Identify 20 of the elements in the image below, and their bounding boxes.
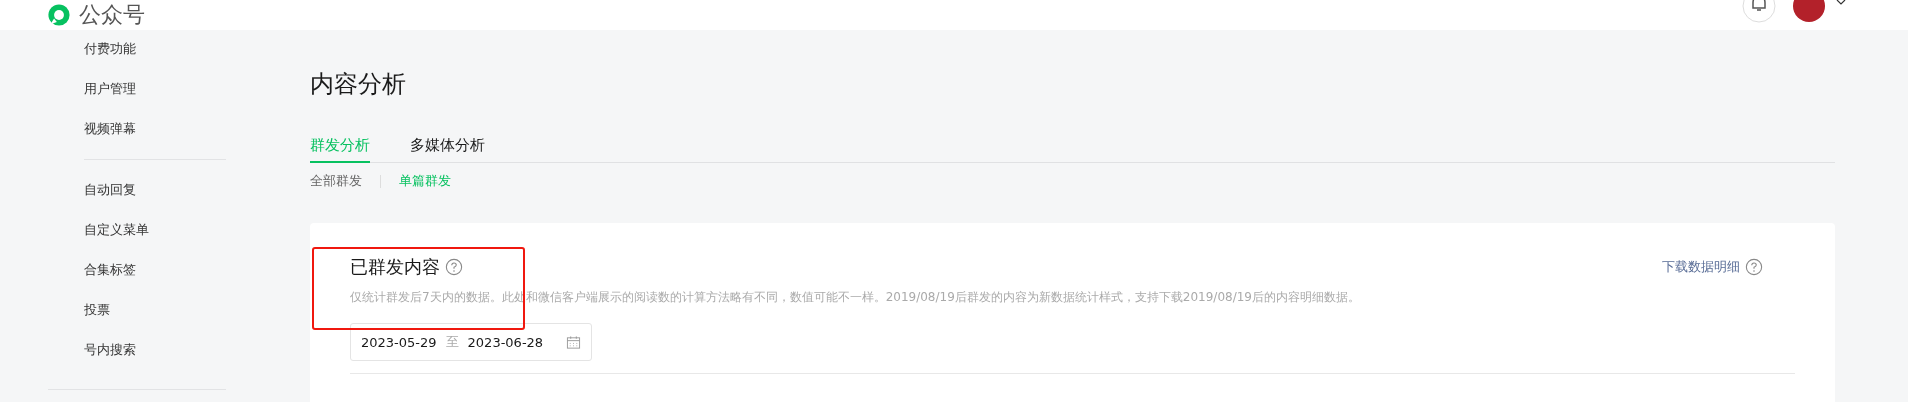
sidebar-item[interactable]: 号内搜索 [84, 337, 226, 377]
page-title: 内容分析 [310, 69, 407, 100]
sidebar-item[interactable]: 合集标签 [84, 257, 226, 297]
help-icon[interactable] [445, 258, 463, 276]
sidebar-item[interactable]: 自定义菜单 [84, 217, 226, 257]
sidebar-item[interactable]: 付费功能 [84, 36, 226, 76]
sidebar-item[interactable]: 投票 [84, 297, 226, 337]
download-link[interactable]: 下载数据明细 [1662, 258, 1740, 276]
logo-text: 公众号 [79, 2, 145, 28]
help-icon[interactable] [1745, 258, 1763, 276]
date-range-field[interactable]: 2023-05-29 至 2023-06-28 [350, 323, 592, 361]
tab[interactable]: 多媒体分析 [410, 136, 485, 163]
card-title: 已群发内容 [350, 255, 440, 279]
sidebar-item[interactable]: 用户管理 [84, 76, 226, 116]
sidebar-item[interactable]: 自动回复 [84, 177, 226, 217]
logo-icon [47, 3, 71, 27]
calendar-icon [566, 334, 581, 350]
caret-icon[interactable] [1836, 0, 1846, 5]
sidebar-item[interactable]: 视频弹幕 [84, 116, 226, 156]
subtab[interactable]: 全部群发 [310, 172, 362, 190]
